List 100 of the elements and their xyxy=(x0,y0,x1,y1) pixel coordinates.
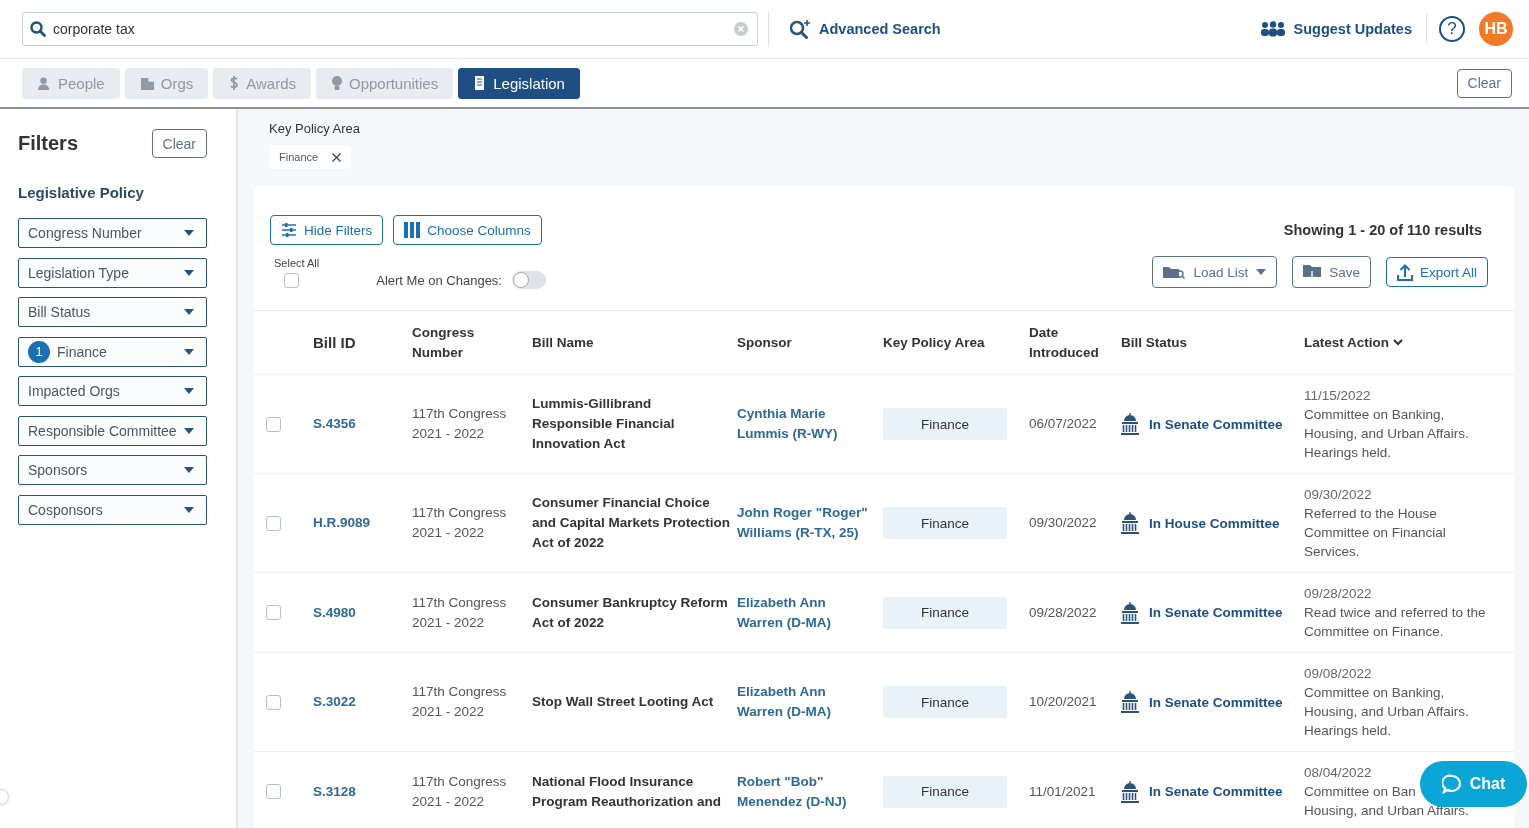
filter-dropdown[interactable]: Responsible Committee xyxy=(18,415,207,446)
filter-dropdown[interactable]: Impacted Orgs xyxy=(18,376,207,406)
column-header[interactable]: Bill ID xyxy=(313,332,412,353)
filter-dropdown[interactable]: Sponsors xyxy=(18,455,207,485)
columns-icon xyxy=(404,222,421,238)
sponsor-link[interactable]: Cynthia Marie Lummis (R-WY) xyxy=(737,404,883,444)
clear-button[interactable]: Clear xyxy=(1456,68,1512,98)
bill-name-cell-text: Stop Wall Street Looting Act xyxy=(532,693,715,711)
bill-name-cell-text: Consumer Bankruptcy Reform Act of 2022 xyxy=(532,593,729,632)
suggest-updates-link[interactable]: Suggest Updates xyxy=(1259,21,1412,37)
action-text: Read twice and referred to the Committee on Finance. xyxy=(1304,604,1487,641)
bill-id-link[interactable]: S.4980 xyxy=(313,602,364,623)
policy-tag: Finance xyxy=(883,686,1007,718)
filter-label: Key Policy Area xyxy=(269,121,362,136)
column-header[interactable]: Sponsor xyxy=(737,332,883,353)
choose-columns-button[interactable]: Choose Columns xyxy=(393,215,542,245)
capitol-icon xyxy=(1121,512,1139,534)
caret-icon xyxy=(184,309,194,315)
action-text: Committee on Ban xyxy=(1304,783,1416,801)
filter-dropdown[interactable]: Legislation Type xyxy=(18,257,207,288)
filter-dropdown[interactable]: Cosponsors xyxy=(18,494,207,525)
clear-icon[interactable] xyxy=(734,22,748,36)
row-checkbox[interactable] xyxy=(266,784,281,799)
speech-bubble-icon xyxy=(1441,774,1462,794)
column-header[interactable]: Bill Name xyxy=(532,332,737,353)
sponsor-link[interactable]: John Roger "Roger" Williams (R-TX, 25) xyxy=(737,503,883,543)
filter-dropdown[interactable]: Congress Number xyxy=(18,218,207,248)
filters-title: Filters xyxy=(18,132,79,155)
bill-id-link[interactable]: S.4356 xyxy=(313,414,364,434)
filter-dropdown[interactable]: 1 Finance xyxy=(18,336,207,367)
action-date: 09/30/2022 xyxy=(1304,486,1372,504)
bill-name-cell-text: Consumer Financial Choice and Capital Markets Protection Act of 2022 xyxy=(532,494,732,552)
congress-cell-text: 117th Congress 2021 - 2022 xyxy=(412,504,508,542)
congress-cell-text: 117th Congress 2021 - 2022 xyxy=(412,772,508,811)
bill-id-link[interactable]: S.3128 xyxy=(313,781,364,802)
caret-icon xyxy=(184,506,194,513)
sliders-icon xyxy=(281,223,297,237)
folder-search-icon xyxy=(1163,265,1186,279)
bill-id-link[interactable]: S.3022 xyxy=(313,692,364,712)
row-checkbox[interactable] xyxy=(266,605,281,620)
status-text: In House Committee xyxy=(1149,515,1280,531)
alert-label: Alert Me on Changes: xyxy=(376,272,502,288)
sponsor-link[interactable]: Elizabeth Ann Warren (D-MA) xyxy=(737,592,883,633)
caret-icon xyxy=(184,467,194,473)
load-list-button[interactable]: Load List xyxy=(1152,256,1278,288)
help-button[interactable]: ? xyxy=(1439,16,1465,42)
category-tab[interactable]: Legislation xyxy=(458,67,580,99)
clear-filters-button[interactable]: Clear xyxy=(151,129,207,158)
row-checkbox[interactable] xyxy=(266,694,281,710)
advanced-search-link[interactable]: Advanced Search xyxy=(789,19,941,39)
date-cell-text: 06/07/2022 xyxy=(1029,415,1098,433)
search-plus-icon xyxy=(789,19,811,39)
sponsor-link[interactable]: Robert "Bob" Menendez (D-NJ) xyxy=(737,771,883,812)
capitol-icon xyxy=(1121,691,1139,713)
column-header[interactable]: Key Policy Area xyxy=(883,332,1029,353)
row-checkbox[interactable] xyxy=(266,515,281,531)
section-title: Legislative Policy xyxy=(18,184,145,201)
caret-icon xyxy=(184,388,194,394)
results-count: Showing 1 - 20 of 110 results xyxy=(1283,222,1482,238)
policy-tag: Finance xyxy=(883,408,1007,440)
action-date: 09/28/2022 xyxy=(1304,585,1372,603)
lightbulb-icon xyxy=(331,75,343,91)
caret-icon xyxy=(1256,269,1267,275)
filter-chip[interactable]: Finance xyxy=(269,145,352,169)
building-icon xyxy=(139,75,155,91)
policy-tag: Finance xyxy=(883,775,1007,808)
column-header[interactable]: Congress Number xyxy=(412,322,532,363)
status-text: In Senate Committee xyxy=(1149,416,1283,432)
policy-tag: Finance xyxy=(883,507,1007,539)
caret-icon xyxy=(184,230,194,236)
select-all-checkbox[interactable] xyxy=(284,272,299,288)
column-header[interactable]: Latest Action xyxy=(1304,332,1514,353)
caret-icon xyxy=(184,269,194,276)
date-cell-text: 09/30/2022 xyxy=(1029,514,1098,532)
action-text: Referred to the House Committee on Financial Services. xyxy=(1304,505,1447,561)
row-checkbox[interactable] xyxy=(266,416,281,432)
hide-filters-button[interactable]: Hide Filters xyxy=(270,215,384,245)
congress-cell-text: 117th Congress 2021 - 2022 xyxy=(412,405,508,443)
select-all-label: Select All xyxy=(274,256,320,269)
close-icon[interactable] xyxy=(332,152,342,162)
sponsor-link[interactable]: Elizabeth Ann Warren (D-MA) xyxy=(737,682,883,722)
bill-name-cell-text: National Flood Insurance Program Reauthorization and xyxy=(532,772,723,811)
column-header[interactable]: Bill Status xyxy=(1121,332,1304,353)
caret-icon xyxy=(184,427,194,434)
upload-icon xyxy=(1396,263,1413,281)
date-cell-text: 09/28/2022 xyxy=(1029,603,1098,622)
filter-dropdown[interactable]: Bill Status xyxy=(18,297,207,327)
column-header[interactable]: Date Introduced xyxy=(1029,322,1121,363)
search-field[interactable]: corporate tax xyxy=(22,12,758,46)
save-button[interactable]: Save xyxy=(1292,256,1371,288)
person-icon xyxy=(37,75,52,91)
action-text: Committee on Banking, Housing, and Urban Affairs. Hearings held. xyxy=(1304,406,1470,462)
people-icon xyxy=(1259,21,1286,37)
bill-id-link[interactable]: H.R.9089 xyxy=(313,513,379,533)
capitol-icon xyxy=(1121,780,1139,803)
alert-toggle[interactable] xyxy=(512,271,546,289)
action-date: 11/15/2022 xyxy=(1304,387,1371,405)
export-all-button[interactable]: Export All xyxy=(1385,257,1488,287)
date-cell-text: 10/20/2021 xyxy=(1029,693,1098,711)
count-badge: 1 xyxy=(28,340,50,363)
